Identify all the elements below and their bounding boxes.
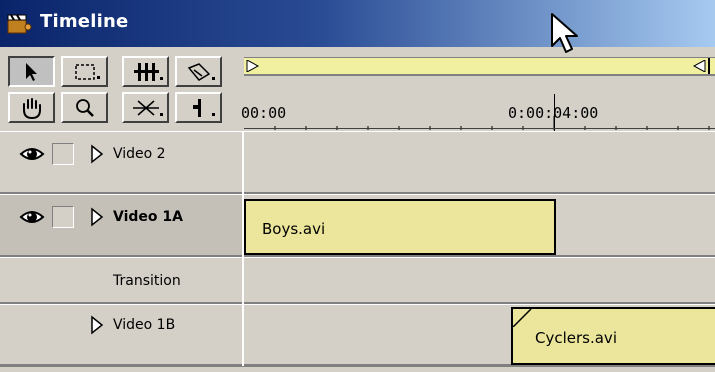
timeline-bottom-edge xyxy=(0,366,715,372)
selection-tool-button[interactable] xyxy=(8,56,55,87)
track-header-video-1b[interactable]: Video 1B xyxy=(0,304,242,366)
cross-fade-tool-button[interactable] xyxy=(122,92,169,123)
hand-icon xyxy=(22,97,41,119)
track-label-video-1a: Video 1A xyxy=(113,209,183,225)
track-lane-video-2[interactable] xyxy=(244,131,715,194)
eye-icon[interactable] xyxy=(19,205,45,229)
track-lane-transition[interactable] xyxy=(244,257,715,304)
marquee-icon xyxy=(74,63,100,80)
track-lane-video-1a[interactable]: Boys.avi xyxy=(244,194,715,257)
razor-icon xyxy=(187,62,215,81)
track-header-video-1a[interactable]: Video 1A xyxy=(0,194,242,257)
in-point-icon xyxy=(192,98,215,117)
eye-icon[interactable] xyxy=(19,142,45,166)
track-lane-video-1b[interactable]: Cyclers.avi xyxy=(244,304,715,366)
timeline-window: Timeline 00:00 Video 2 Video 1A Boys.avi… xyxy=(0,0,715,372)
work-area-bar[interactable] xyxy=(244,57,715,75)
track-header-video-2[interactable]: Video 2 xyxy=(0,131,242,194)
in-point-tool-button[interactable] xyxy=(175,92,222,123)
ruler-bottom-line xyxy=(244,128,715,129)
lock-toggle-box[interactable] xyxy=(52,206,74,228)
range-select-tool-button[interactable] xyxy=(61,56,108,87)
rolling-edit-icon xyxy=(133,62,163,81)
work-area-end-marker-icon[interactable] xyxy=(692,60,706,72)
expand-triangle-icon[interactable] xyxy=(90,143,104,165)
expand-triangle-icon[interactable] xyxy=(90,314,104,336)
cross-fade-icon xyxy=(132,99,163,116)
expand-triangle-icon[interactable] xyxy=(90,206,104,228)
lock-toggle-box[interactable] xyxy=(52,143,74,165)
track-label-video-2: Video 2 xyxy=(113,146,166,162)
work-area-start-marker-icon[interactable] xyxy=(246,60,260,72)
zoom-tool-button[interactable] xyxy=(61,92,108,123)
arrow-icon xyxy=(25,62,37,81)
razor-tool-button[interactable] xyxy=(175,56,222,87)
clip-name: Cyclers.avi xyxy=(535,329,617,347)
rolling-edit-tool-button[interactable] xyxy=(122,56,169,87)
tools-palette xyxy=(8,56,236,128)
clip-edge-marker-icon xyxy=(513,309,532,327)
track-label-video-1b: Video 1B xyxy=(113,317,176,333)
zoom-icon xyxy=(75,98,94,117)
track-label-transition: Transition xyxy=(113,273,181,289)
clip-cyclers-avi[interactable]: Cyclers.avi xyxy=(511,307,715,365)
clip-name: Boys.avi xyxy=(262,220,326,238)
time-ruler[interactable]: 00:00 0:00:04:00 xyxy=(241,75,715,132)
clip-boys-avi[interactable]: Boys.avi xyxy=(244,199,556,255)
hand-tool-button[interactable] xyxy=(8,92,55,123)
clapper-app-icon xyxy=(7,14,32,34)
mouse-pointer-icon xyxy=(551,13,578,53)
window-title: Timeline xyxy=(40,11,129,32)
title-bar[interactable]: Timeline xyxy=(0,0,715,47)
track-header-transition[interactable]: Transition xyxy=(0,257,242,304)
work-area-edge xyxy=(708,58,710,74)
current-time-indicator[interactable] xyxy=(554,94,555,132)
